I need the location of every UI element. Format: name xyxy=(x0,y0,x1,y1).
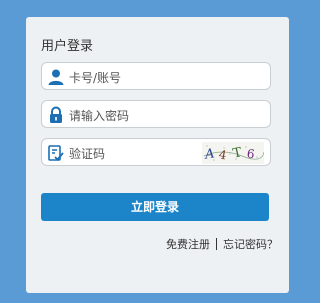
captcha-image[interactable]: A 4 T 6 xyxy=(202,142,264,164)
login-button[interactable]: 立即登录 xyxy=(41,193,269,221)
captcha-field[interactable]: 验证码 A 4 T 6 xyxy=(41,138,271,166)
svg-text:A: A xyxy=(203,146,215,162)
password-placeholder: 请输入密码 xyxy=(69,109,130,123)
register-link[interactable]: 免费注册 xyxy=(166,238,210,251)
lock-icon xyxy=(46,105,66,125)
username-field[interactable]: 卡号/账号 xyxy=(41,62,271,90)
captcha-placeholder: 验证码 xyxy=(69,147,106,161)
login-panel: 用户登录 卡号/账号 请输入密码 验证码 A 4 T 6 立即登录 免费注册 忘… xyxy=(26,17,289,293)
login-title: 用户登录 xyxy=(41,39,94,54)
forgot-password-link[interactable]: 忘记密码？ xyxy=(223,238,278,251)
auth-links: 免费注册 忘记密码？ xyxy=(166,236,278,252)
link-divider xyxy=(216,238,217,250)
password-field[interactable]: 请输入密码 xyxy=(41,100,271,128)
edit-check-icon xyxy=(46,143,66,163)
username-placeholder: 卡号/账号 xyxy=(69,71,122,85)
user-icon xyxy=(46,67,66,87)
